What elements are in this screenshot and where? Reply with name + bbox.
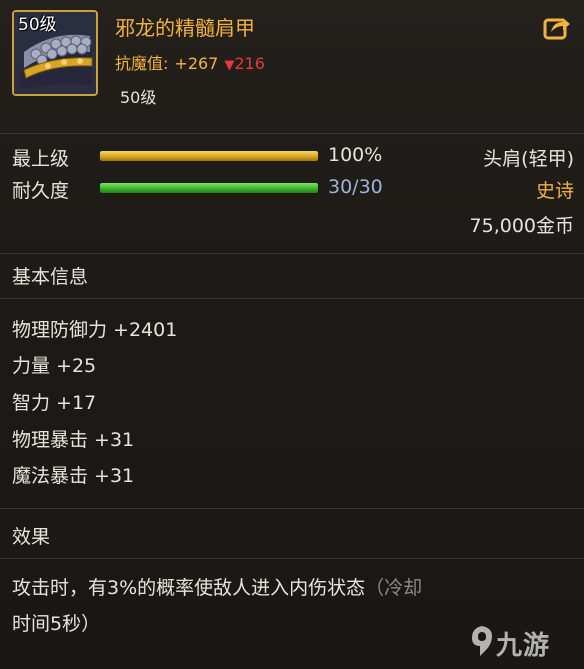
stat-line: 力量 +25 bbox=[12, 355, 97, 377]
durability-bar-fill bbox=[100, 183, 318, 193]
upgrade-bar-fill bbox=[100, 151, 318, 161]
magic-resist-label: 抗魔值: bbox=[115, 54, 169, 73]
durability-label: 耐久度 bbox=[12, 180, 70, 202]
stat-line: 智力 +17 bbox=[12, 392, 97, 414]
item-name: 邪龙的精髓肩甲 bbox=[115, 16, 255, 40]
item-tooltip-panel: 50级 邪龙的精髓肩甲 抗魔值: +267 ▼216 50级 最上级 100% 耐久… bbox=[0, 0, 584, 669]
basic-info-title: 基本信息 bbox=[12, 266, 89, 288]
durability-bar bbox=[100, 183, 318, 193]
equipment-slot: 头肩(轻甲) bbox=[483, 148, 574, 170]
stat-line: 魔法暴击 +31 bbox=[12, 465, 135, 487]
bars-divider bbox=[0, 253, 584, 254]
effect-line-1-text: 攻击时，有3%的概率使敌人进入内伤状态 bbox=[12, 577, 366, 599]
stat-line: 物理防御力 +2401 bbox=[12, 319, 178, 341]
required-level: 50级 bbox=[120, 88, 157, 107]
upgrade-value: 100% bbox=[328, 144, 383, 166]
effect-divider bbox=[0, 558, 584, 559]
magic-resist-value: +267 bbox=[174, 54, 219, 73]
effect-line-1-tail: （冷却 bbox=[365, 577, 423, 599]
down-arrow-icon: ▼ bbox=[224, 58, 235, 73]
effect-title: 效果 bbox=[12, 526, 51, 548]
header-divider bbox=[0, 133, 584, 134]
effect-line-1: 攻击时，有3%的概率使敌人进入内伤状态（冷却 bbox=[12, 570, 572, 606]
watermark-logo: 九游 bbox=[496, 631, 551, 661]
rarity: 史诗 bbox=[535, 180, 574, 202]
magic-resist-diff: 216 bbox=[234, 54, 265, 73]
item-level-badge: 50级 bbox=[18, 15, 57, 35]
upgrade-label: 最上级 bbox=[12, 148, 70, 170]
share-icon[interactable] bbox=[543, 14, 571, 40]
jiuyou-logo-icon bbox=[472, 626, 492, 656]
durability-value: 30/30 bbox=[328, 176, 383, 198]
stat-line: 物理暴击 +31 bbox=[12, 429, 135, 451]
upgrade-bar bbox=[100, 151, 318, 161]
effect-divider-top bbox=[0, 508, 584, 509]
basic-info-divider bbox=[0, 298, 584, 299]
magic-resist-row: 抗魔值: +267 ▼216 bbox=[115, 50, 265, 74]
price: 75,000金币 bbox=[469, 215, 574, 237]
